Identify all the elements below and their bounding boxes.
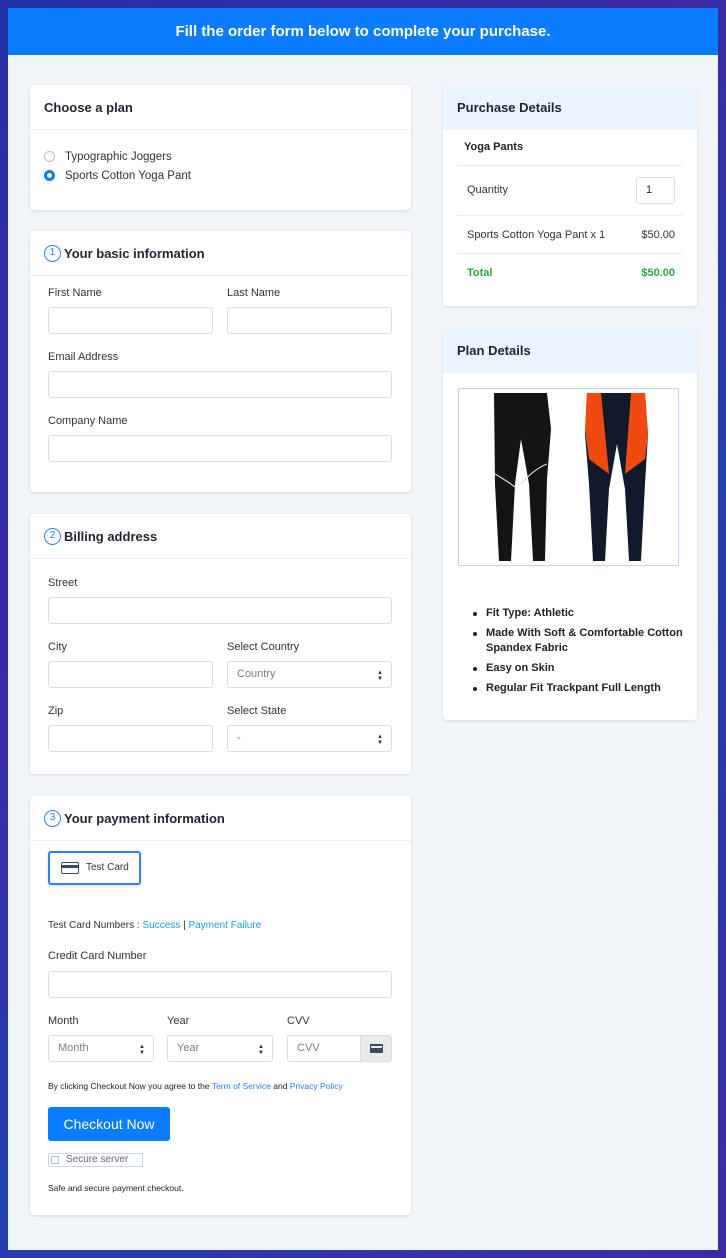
month-select[interactable]: Month ▲ ▼ (48, 1035, 154, 1062)
plan-details-title: Plan Details (443, 328, 697, 373)
test-card-numbers: Test Card Numbers : Success | Payment Fa… (48, 920, 262, 931)
divider (457, 165, 683, 166)
city-label: City (48, 641, 67, 653)
state-label: Select State (227, 705, 287, 717)
cvv-input[interactable]: CVV (287, 1035, 392, 1062)
payment-header: 3 Your payment information (30, 796, 411, 841)
purchase-details-title: Purchase Details (443, 85, 697, 130)
page-banner: Fill the order form below to complete yo… (8, 8, 718, 55)
divider (457, 253, 683, 254)
feature-list: Fit Type: Athletic Made With Soft & Comf… (473, 606, 693, 701)
checkout-now-button[interactable]: Checkout Now (48, 1107, 170, 1141)
line-item-price: $50.00 (641, 229, 675, 241)
cc-number-input[interactable] (48, 971, 392, 998)
email-input[interactable] (48, 371, 392, 398)
radio-selected[interactable] (44, 170, 55, 181)
select-arrows-icon: ▲ ▼ (377, 670, 383, 682)
basic-info-header: 1 Your basic information (30, 231, 411, 276)
company-label: Company Name (48, 415, 128, 427)
state-select[interactable]: - ▲ ▼ (227, 725, 392, 752)
year-label: Year (167, 1015, 190, 1027)
step-2-badge: 2 (44, 528, 61, 546)
plan-details-card: Plan Details Fit Type: Athletic Made Wit… (443, 328, 697, 720)
basic-info-card: 1 Your basic information First Name Last … (30, 231, 411, 492)
last-name-input[interactable] (227, 307, 392, 334)
terms-of-service-link[interactable]: Term of Service (212, 1081, 271, 1091)
lock-icon (51, 1156, 59, 1164)
zip-label: Zip (48, 705, 64, 717)
agreement-text: By clicking Checkout Now you agree to th… (48, 1081, 343, 1091)
yoga-pants-image (494, 393, 648, 561)
step-1-badge: 1 (44, 245, 61, 263)
city-input[interactable] (48, 661, 213, 688)
select-arrows-icon: ▲ ▼ (258, 1044, 264, 1056)
street-label: Street (48, 577, 78, 589)
cvv-label: CVV (287, 1015, 310, 1027)
total-label: Total (467, 267, 493, 279)
street-input[interactable] (48, 597, 392, 624)
credit-card-icon (61, 862, 79, 874)
year-select[interactable]: Year ▲ ▼ (167, 1035, 273, 1062)
radio-unselected[interactable] (44, 151, 55, 162)
plan-option-sports-cotton-yoga-pant[interactable]: Sports Cotton Yoga Pant (44, 166, 191, 185)
feature-item: Easy on Skin (473, 661, 693, 676)
first-name-label: First Name (48, 287, 102, 299)
divider (457, 215, 683, 216)
payment-failure-link[interactable]: Payment Failure (188, 920, 261, 931)
company-input[interactable] (48, 435, 392, 462)
country-label: Select Country (227, 641, 300, 653)
billing-header: 2 Billing address (30, 514, 411, 559)
month-label: Month (48, 1015, 79, 1027)
purchase-details-card: Purchase Details Yoga Pants Quantity 1 S… (443, 85, 697, 306)
total-value: $50.00 (641, 267, 675, 279)
line-item-name: Sports Cotton Yoga Pant x 1 (467, 229, 606, 241)
choose-plan-title: Choose a plan (30, 85, 411, 130)
zip-input[interactable] (48, 725, 213, 752)
email-label: Email Address (48, 351, 119, 363)
billing-card: 2 Billing address Street City Select Coun… (30, 514, 411, 774)
test-card-button[interactable]: Test Card (48, 851, 141, 885)
step-3-badge: 3 (44, 810, 61, 828)
select-arrows-icon: ▲ ▼ (377, 734, 383, 746)
feature-item: Regular Fit Trackpant Full Length (473, 681, 693, 696)
plan-option-typographic-joggers[interactable]: Typographic Joggers (44, 147, 191, 166)
safe-checkout-text: Safe and secure payment checkout. (48, 1183, 184, 1193)
cvv-card-icon (360, 1036, 391, 1061)
privacy-policy-link[interactable]: Privacy Policy (290, 1081, 343, 1091)
choose-plan-card: Choose a plan Typographic Joggers Sports… (30, 85, 411, 210)
select-arrows-icon: ▲ ▼ (139, 1044, 145, 1056)
product-name: Yoga Pants (464, 141, 524, 153)
first-name-input[interactable] (48, 307, 213, 334)
feature-item: Fit Type: Athletic (473, 606, 693, 621)
product-image (458, 388, 679, 566)
quantity-label: Quantity (467, 184, 508, 196)
cc-number-label: Credit Card Number (48, 950, 147, 962)
quantity-input[interactable]: 1 (636, 177, 675, 204)
secure-server-badge: Secure server (48, 1153, 143, 1167)
page-frame: Fill the order form below to complete yo… (8, 8, 718, 1250)
feature-item: Made With Soft & Comfortable Cotton Span… (473, 626, 693, 656)
country-select[interactable]: Country ▲ ▼ (227, 661, 392, 688)
last-name-label: Last Name (227, 287, 281, 299)
success-link[interactable]: Success (142, 920, 180, 931)
payment-card: 3 Your payment information Test Card Test… (30, 796, 411, 1215)
